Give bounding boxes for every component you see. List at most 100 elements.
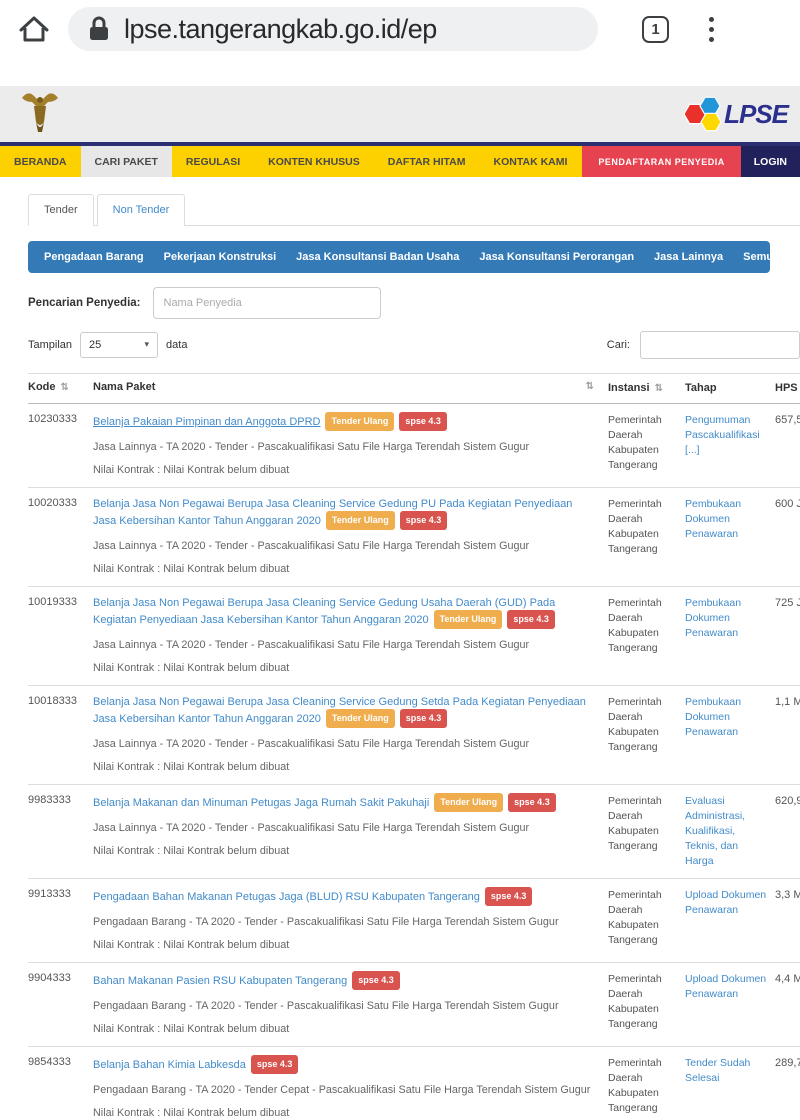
- browser-menu-icon[interactable]: [709, 17, 714, 42]
- nav-item-daftar-hitam[interactable]: DAFTAR HITAM: [374, 146, 480, 177]
- table-row: 10019333 Belanja Jasa Non Pegawai Berupa…: [28, 587, 800, 686]
- nav-label: KONTEN KHUSUS: [268, 156, 360, 168]
- nav-label: DAFTAR HITAM: [388, 156, 466, 168]
- row-desc: Pengadaan Barang - TA 2020 - Tender - Pa…: [93, 915, 594, 930]
- page-size-value: 25: [89, 339, 101, 351]
- row-nilai: Nilai Kontrak : Nilai Kontrak belum dibu…: [93, 844, 594, 859]
- row-badges: Tender Ulangspse 4.3: [429, 614, 555, 626]
- home-icon[interactable]: [14, 9, 54, 49]
- tab-count-button[interactable]: 1: [642, 16, 669, 43]
- row-hps: 657,5 Jt: [775, 413, 800, 478]
- tender-ulang-badge: Tender Ulang: [434, 610, 503, 629]
- tahap-link[interactable]: Tender Sudah Selesai: [685, 1056, 767, 1086]
- row-kode: 10019333: [28, 596, 93, 676]
- row-kode: 10018333: [28, 695, 93, 775]
- row-hps: 4,4 M: [775, 972, 800, 1037]
- row-instansi: Pemerintah Daerah Kabupaten Tangerang: [608, 695, 685, 775]
- sort-icon[interactable]: ⇅: [655, 383, 663, 394]
- row-nilai: Nilai Kontrak : Nilai Kontrak belum dibu…: [93, 1022, 594, 1037]
- row-desc: Pengadaan Barang - TA 2020 - Tender - Pa…: [93, 999, 594, 1014]
- row-desc: Jasa Lainnya - TA 2020 - Tender - Pascak…: [93, 821, 594, 836]
- tender-ulang-badge: Tender Ulang: [325, 412, 394, 431]
- tahap-link[interactable]: Pembukaan Dokumen Penawaran: [685, 596, 767, 641]
- url-text: lpse.tangerangkab.go.id/ep: [124, 14, 437, 45]
- spse-version-badge: spse 4.3: [400, 511, 448, 530]
- tahap-link[interactable]: Upload Dokumen Penawaran: [685, 972, 767, 1002]
- spse-version-badge: spse 4.3: [251, 1055, 299, 1074]
- row-badges: spse 4.3: [480, 891, 533, 903]
- filter-jasa-lainnya[interactable]: Jasa Lainnya: [644, 245, 733, 269]
- tahap-link[interactable]: Pembukaan Dokumen Penawaran: [685, 695, 767, 740]
- row-nilai: Nilai Kontrak : Nilai Kontrak belum dibu…: [93, 938, 594, 953]
- row-instansi: Pemerintah Daerah Kabupaten Tangerang: [608, 888, 685, 953]
- page-size-select[interactable]: 25 ▾: [80, 332, 158, 358]
- browser-chrome: lpse.tangerangkab.go.id/ep 1: [0, 0, 800, 58]
- tab-tender[interactable]: Tender: [28, 194, 94, 226]
- tab-non-tender[interactable]: Non Tender: [97, 194, 186, 226]
- site-header: LPSE: [0, 86, 800, 146]
- nav-item-kontak-kami[interactable]: KONTAK KAMI: [480, 146, 582, 177]
- sort-icon[interactable]: ⇅: [61, 382, 69, 393]
- row-badges: Tender Ulangspse 4.3: [321, 515, 447, 527]
- login-button[interactable]: LOGIN: [741, 146, 800, 177]
- header-tahap: Tahap: [685, 381, 775, 396]
- row-hps: 725 Jt: [775, 596, 800, 676]
- tahap-link[interactable]: Pembukaan Dokumen Penawaran: [685, 497, 767, 542]
- data-label: data: [166, 339, 187, 351]
- register-label: PENDAFTARAN PENYEDIA: [598, 157, 724, 167]
- filter-pengadaan-barang[interactable]: Pengadaan Barang: [34, 245, 154, 269]
- tender-ulang-badge: Tender Ulang: [326, 709, 395, 728]
- row-badges: spse 4.3: [347, 975, 400, 987]
- header-instansi: Instansi⇅: [608, 381, 685, 396]
- sort-icon[interactable]: ⇅: [586, 381, 594, 396]
- row-instansi: Pemerintah Daerah Kabupaten Tangerang: [608, 972, 685, 1037]
- filter-pekerjaan-konstruksi[interactable]: Pekerjaan Konstruksi: [154, 245, 287, 269]
- nav-label: BERANDA: [14, 156, 67, 168]
- paket-link[interactable]: Belanja Makanan dan Minuman Petugas Jaga…: [93, 797, 429, 809]
- filter-jasa-konsultansi-perorangan[interactable]: Jasa Konsultansi Perorangan: [469, 245, 644, 269]
- row-desc: Jasa Lainnya - TA 2020 - Tender - Pascak…: [93, 539, 594, 554]
- tahap-link[interactable]: Pengumuman Pascakualifikasi [...]: [685, 413, 767, 458]
- tahap-link[interactable]: Evaluasi Administrasi, Kualifikasi, Tekn…: [685, 794, 767, 869]
- row-hps: 289,7 Jt: [775, 1056, 800, 1120]
- nav-item-konten-khusus[interactable]: KONTEN KHUSUS: [254, 146, 374, 177]
- url-bar[interactable]: lpse.tangerangkab.go.id/ep: [68, 7, 598, 51]
- table-header-row: Kode⇅ Nama Paket ⇅ Instansi⇅ Tahap HPS⇅: [28, 373, 800, 404]
- chevron-down-icon: ▾: [145, 340, 150, 350]
- main-nav: BERANDA CARI PAKET REGULASI KONTEN KHUSU…: [0, 146, 800, 177]
- row-badges: Tender Ulangspse 4.3: [320, 416, 446, 428]
- tab-label: Non Tender: [113, 204, 170, 216]
- spse-version-badge: spse 4.3: [400, 709, 448, 728]
- tahap-link[interactable]: Upload Dokumen Penawaran: [685, 888, 767, 918]
- paket-link[interactable]: Pengadaan Bahan Makanan Petugas Jaga (BL…: [93, 891, 480, 903]
- nav-item-regulasi[interactable]: REGULASI: [172, 146, 254, 177]
- register-button[interactable]: PENDAFTARAN PENYEDIA: [582, 146, 740, 177]
- row-kode: 9913333: [28, 888, 93, 953]
- lpse-logo-text: LPSE: [724, 99, 788, 130]
- header-nama-paket: Nama Paket ⇅: [93, 381, 608, 396]
- row-kode: 9854333: [28, 1056, 93, 1120]
- row-kode: 10230333: [28, 413, 93, 478]
- paket-link[interactable]: Bahan Makanan Pasien RSU Kabupaten Tange…: [93, 975, 347, 987]
- table-search-input[interactable]: [640, 331, 800, 359]
- spse-version-badge: spse 4.3: [352, 971, 400, 990]
- table-row: 9983333 Belanja Makanan dan Minuman Petu…: [28, 785, 800, 879]
- filter-semua[interactable]: Semua: [733, 245, 789, 269]
- nav-label: CARI PAKET: [95, 156, 158, 168]
- tender-ulang-badge: Tender Ulang: [326, 511, 395, 530]
- provider-search-input[interactable]: [153, 287, 381, 319]
- row-badges: Tender Ulangspse 4.3: [321, 713, 447, 725]
- nav-label: KONTAK KAMI: [494, 156, 568, 168]
- login-label: LOGIN: [754, 156, 787, 168]
- row-kode: 9983333: [28, 794, 93, 869]
- nav-item-beranda[interactable]: BERANDA: [0, 146, 81, 177]
- nav-label: REGULASI: [186, 156, 240, 168]
- paket-link[interactable]: Belanja Pakaian Pimpinan dan Anggota DPR…: [93, 416, 320, 428]
- row-instansi: Pemerintah Daerah Kabupaten Tangerang: [608, 1056, 685, 1120]
- row-hps: 600 Jt: [775, 497, 800, 577]
- row-nilai: Nilai Kontrak : Nilai Kontrak belum dibu…: [93, 760, 594, 775]
- filter-jasa-konsultansi-badan-usaha[interactable]: Jasa Konsultansi Badan Usaha: [286, 245, 469, 269]
- row-instansi: Pemerintah Daerah Kabupaten Tangerang: [608, 497, 685, 577]
- nav-item-cari-paket[interactable]: CARI PAKET: [81, 146, 172, 177]
- paket-link[interactable]: Belanja Bahan Kimia Labkesda: [93, 1059, 246, 1071]
